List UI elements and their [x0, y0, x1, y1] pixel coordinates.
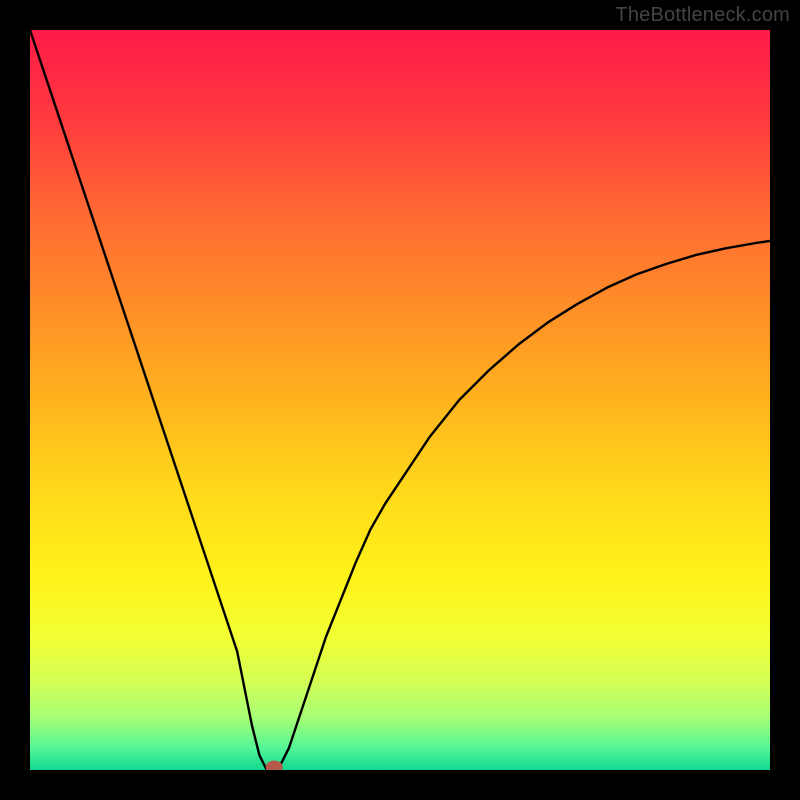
watermark-text: TheBottleneck.com [615, 4, 790, 27]
gradient-background [30, 30, 770, 770]
chart-frame: TheBottleneck.com [0, 0, 800, 800]
plot-area [30, 30, 770, 770]
optimal-point-marker [266, 761, 282, 770]
chart-svg [30, 30, 770, 770]
